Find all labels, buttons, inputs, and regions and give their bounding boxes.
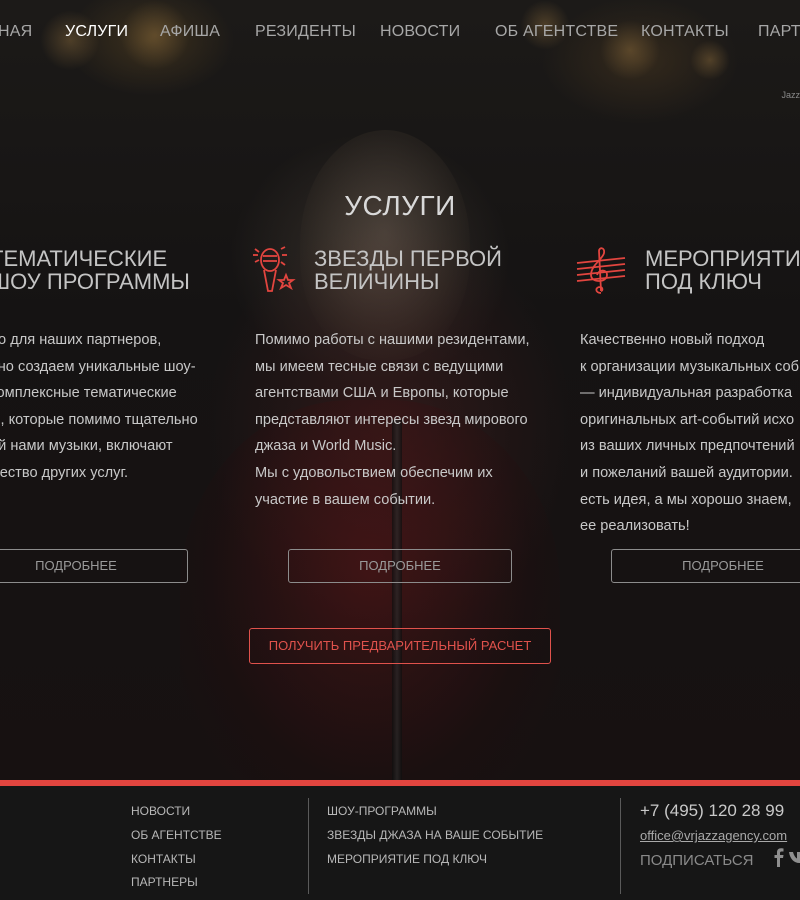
facebook-icon[interactable] — [768, 846, 790, 868]
subscribe-link[interactable]: ПОДПИСАТЬСЯ — [640, 852, 754, 869]
service-description: Качественно новый подход к организации м… — [580, 332, 799, 535]
page: НАЯ УСЛУГИ АФИША РЕЗИДЕНТЫ НОВОСТИ ОБ АГ… — [0, 0, 800, 900]
nav-item-news[interactable]: НОВОСТИ — [380, 23, 460, 41]
service-description: но для наших партнеров, вно создаем уник… — [0, 332, 198, 481]
nav-item-residents[interactable]: РЕЗИДЕНТЫ — [255, 23, 356, 41]
section-title: УСЛУГИ — [344, 190, 456, 221]
footer: НОВОСТИ ОБ АГЕНТСТВЕ КОНТАКТЫ ПАРТНЕРЫ Ш… — [0, 780, 800, 900]
footer-link-partners[interactable]: ПАРТНЕРЫ — [131, 871, 222, 895]
footer-link-news[interactable]: НОВОСТИ — [131, 800, 222, 824]
email-link[interactable]: office@vrjazzagency.com — [640, 828, 787, 843]
footer-link-turnkey-events[interactable]: МЕРОПРИЯТИЕ ПОД КЛЮЧ — [327, 848, 543, 872]
service-title: ЗВЕЗДЫ ПЕРВОЙ ВЕЛИЧИНЫ — [314, 246, 502, 294]
footer-link-about[interactable]: ОБ АГЕНТСТВЕ — [131, 824, 222, 848]
footer-link-show-programs[interactable]: ШОУ-ПРОГРАММЫ — [327, 800, 543, 824]
nav-item-services[interactable]: УСЛУГИ — [65, 23, 128, 41]
top-navigation: НАЯ УСЛУГИ АФИША РЕЗИДЕНТЫ НОВОСТИ ОБ АГ… — [0, 0, 800, 64]
microphone-icon — [253, 246, 296, 292]
service-title: ТЕМАТИЧЕСКИЕ ШОУ ПРОГРАММЫ — [0, 246, 190, 294]
phone-number[interactable]: +7 (495) 120 28 99 — [640, 801, 784, 821]
nav-item-afisha[interactable]: АФИША — [160, 23, 220, 41]
vk-icon[interactable] — [788, 846, 800, 868]
more-button-show-programs[interactable]: ПОДРОБНЕЕ — [0, 549, 188, 583]
footer-link-contacts[interactable]: КОНТАКТЫ — [131, 848, 222, 872]
footer-divider — [620, 798, 621, 894]
more-button-stars[interactable]: ПОДРОБНЕЕ — [288, 549, 512, 583]
service-title: МЕРОПРИЯТИ ПОД КЛЮЧ — [645, 246, 800, 294]
get-estimate-button[interactable]: ПОЛУЧИТЬ ПРЕДВАРИТЕЛЬНЫЙ РАСЧЕТ — [249, 628, 551, 664]
footer-services-menu: ШОУ-ПРОГРАММЫ ЗВЕЗДЫ ДЖАЗА НА ВАШЕ СОБЫТ… — [327, 800, 543, 871]
nav-item-partners[interactable]: ПАРТН — [758, 23, 800, 41]
service-description: Помимо работы с нашими резидентами, мы и… — [255, 332, 530, 508]
nav-item-contacts[interactable]: КОНТАКТЫ — [641, 23, 729, 41]
more-button-turnkey-events[interactable]: ПОДРОБНЕЕ — [611, 549, 800, 583]
footer-divider — [308, 798, 309, 894]
tagline: Jazz — [781, 90, 800, 100]
treble-clef-icon — [576, 247, 626, 294]
nav-item-home[interactable]: НАЯ — [0, 23, 32, 41]
footer-link-jazz-stars[interactable]: ЗВЕЗДЫ ДЖАЗА НА ВАШЕ СОБЫТИЕ — [327, 824, 543, 848]
nav-item-about[interactable]: ОБ АГЕНТСТВЕ — [495, 23, 618, 41]
footer-menu: НОВОСТИ ОБ АГЕНТСТВЕ КОНТАКТЫ ПАРТНЕРЫ — [131, 800, 222, 895]
